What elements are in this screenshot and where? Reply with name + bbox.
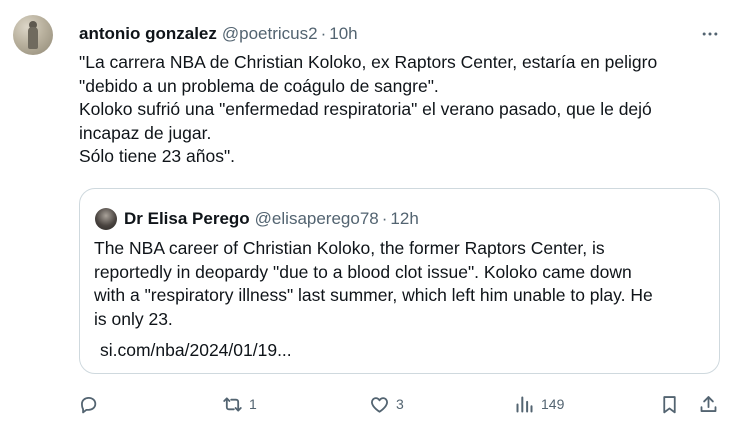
bookmark-button[interactable] <box>659 388 680 420</box>
quote-text-line: The NBA career of Christian Koloko, the … <box>94 238 605 258</box>
share-button[interactable] <box>698 388 719 420</box>
quote-author-handle[interactable]: @elisaperego78 <box>255 209 379 229</box>
action-bar: 1 3 149 <box>0 388 742 420</box>
quote-text: The NBA career of Christian Koloko, the … <box>94 237 714 331</box>
quote-text-line: reportedly in deopardy "due to a blood c… <box>94 261 632 282</box>
quote-header: Dr Elisa Perego @elisaperego78 · 12h <box>124 208 419 230</box>
separator-dot: · <box>381 209 388 228</box>
tweet[interactable]: antonio gonzalez @poetricus2 · 10h "La c… <box>0 0 742 428</box>
retweet-count: 1 <box>249 396 257 412</box>
author-avatar[interactable] <box>13 15 53 55</box>
quote-author-name[interactable]: Dr Elisa Perego <box>124 209 250 229</box>
bookmark-icon <box>659 394 680 415</box>
quote-link[interactable]: si.com/nba/2024/01/19... <box>100 339 292 363</box>
reply-bubble-icon <box>78 394 99 415</box>
tweet-text: "La carrera NBA de Christian Koloko, ex … <box>79 51 719 169</box>
views-button[interactable]: 149 <box>514 388 564 420</box>
tweet-time[interactable]: 10h <box>329 24 357 44</box>
tweet-text-line: "debido a un problema de coágulo de sang… <box>79 75 439 96</box>
tweet-text-line: incapaz de jugar. <box>79 122 212 143</box>
like-count: 3 <box>396 396 404 412</box>
more-dots-icon <box>702 32 718 36</box>
tweet-header: antonio gonzalez @poetricus2 · 10h <box>79 23 358 45</box>
retweet-icon <box>222 394 243 415</box>
share-upload-icon <box>698 394 719 415</box>
quote-text-line: with a "respiratory illness" last summer… <box>94 285 653 305</box>
retweet-button[interactable]: 1 <box>222 388 257 420</box>
heart-icon <box>369 394 390 415</box>
tweet-text-line: "La carrera NBA de Christian Koloko, ex … <box>79 52 658 72</box>
quote-author-avatar[interactable] <box>95 208 117 230</box>
views-bar-chart-icon <box>514 394 535 415</box>
tweet-text-line: Koloko sufrió una "enfermedad respirator… <box>79 99 652 119</box>
tweet-text-line: Sólo tiene 23 años". <box>79 146 236 166</box>
author-handle[interactable]: @poetricus2 <box>222 24 318 44</box>
quote-time[interactable]: 12h <box>390 209 418 229</box>
author-name[interactable]: antonio gonzalez <box>79 24 217 44</box>
quote-text-line: is only 23. <box>94 308 173 329</box>
views-count: 149 <box>541 396 565 412</box>
reply-button[interactable] <box>78 388 105 420</box>
more-options-button[interactable] <box>698 22 722 46</box>
like-button[interactable]: 3 <box>369 388 404 420</box>
quoted-tweet[interactable]: Dr Elisa Perego @elisaperego78 · 12h The… <box>79 188 720 374</box>
separator-dot: · <box>320 24 327 43</box>
